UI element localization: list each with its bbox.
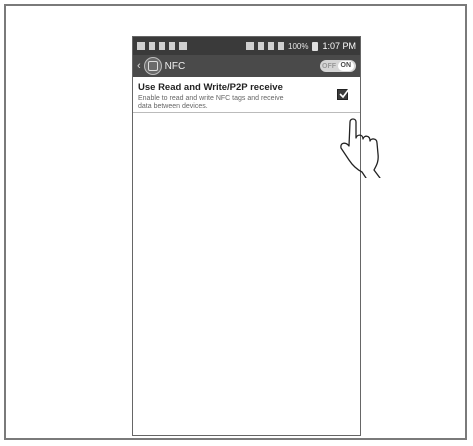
battery-icon [312,41,319,51]
status-bar: 100% 1:07 PM [133,37,360,55]
clock: 1:07 PM [322,41,356,51]
screenshot-icon [137,42,145,50]
back-navigation[interactable]: ‹ NFC [137,57,185,75]
nfc-app-icon [143,57,162,75]
phone-screen: 100% 1:07 PM ‹ NFC OFF ON Use Read and W… [132,36,361,436]
toggle-off-label: OFF [322,62,336,70]
checkbox-icon[interactable] [337,88,350,100]
nfc-status-icon [246,42,254,50]
signal-icon [278,42,284,50]
vibrate-icon [258,42,264,50]
wifi-icon [268,42,274,50]
back-icon[interactable]: ‹ [137,60,141,72]
message-icon [179,42,187,50]
setting-read-write-p2p[interactable]: Use Read and Write/P2P receive Enable to… [133,77,360,113]
setting-title: Use Read and Write/P2P receive [138,82,283,93]
nfc-toggle-switch[interactable]: OFF ON [320,60,356,72]
manual-illustration-frame: 100% 1:07 PM ‹ NFC OFF ON Use Read and W… [4,4,467,440]
page-title: NFC [164,60,186,72]
action-bar: ‹ NFC OFF ON [133,55,360,77]
status-icons-right: 100% 1:07 PM [246,41,356,51]
setting-description: Enable to read and write NFC tags and re… [138,95,284,110]
toggle-on-label: ON [337,61,354,71]
battery-percent: 100% [288,41,309,51]
upload-icon [149,42,155,50]
download-icon [169,42,175,50]
status-icons-left [137,42,187,50]
hand-pointer-icon [340,118,381,178]
notification-icon [159,42,165,50]
